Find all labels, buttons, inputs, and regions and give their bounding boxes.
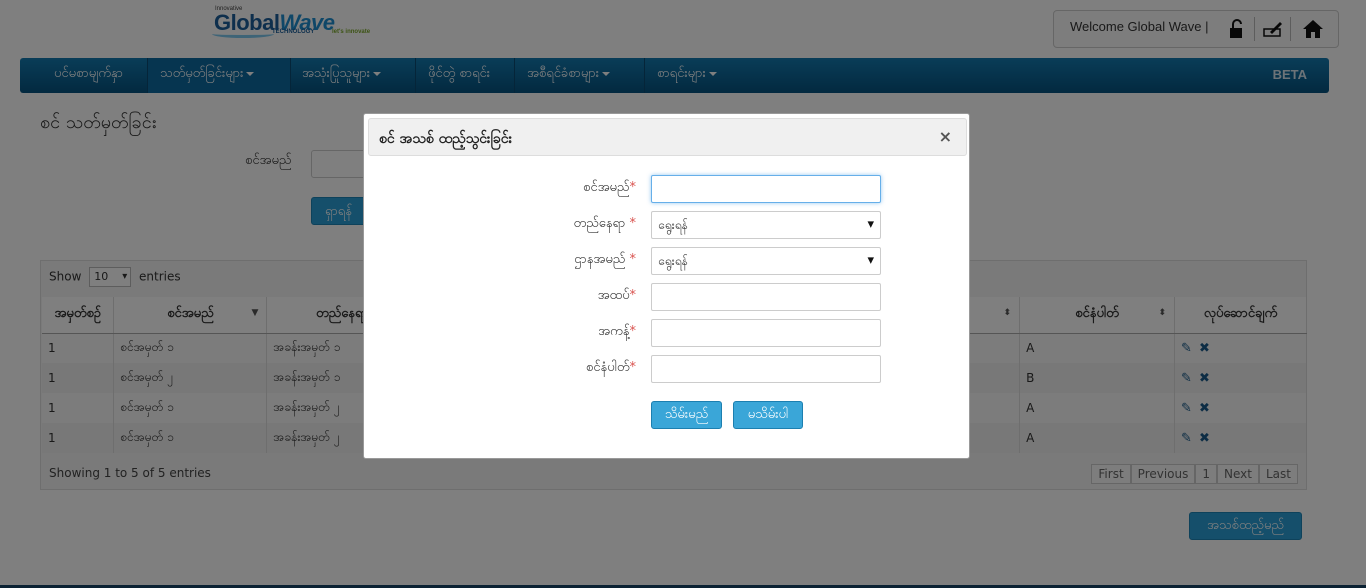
form-row-compartment: အကန့်* <box>364 319 971 347</box>
shelf-number-label: စင်နံပါတ်* <box>586 359 636 378</box>
shelf-number-label-text: စင်နံပါတ် <box>585 360 630 375</box>
floor-label: အထပ်* <box>598 287 636 306</box>
modal-title: စင် အသစ် ထည့်သွင်းခြင်း <box>379 131 513 147</box>
shelf-name-label-text: စင်အမည် <box>583 180 630 195</box>
required-marker: * <box>625 216 636 231</box>
close-icon[interactable]: × <box>939 127 952 146</box>
compartment-label: အကန့်* <box>598 323 636 342</box>
save-button[interactable]: သိမ်းမည် <box>651 401 722 429</box>
required-marker: * <box>629 180 637 195</box>
location-label: တည်နေရာ * <box>574 215 636 234</box>
floor-input[interactable] <box>651 283 881 311</box>
form-row-shelf-number: စင်နံပါတ်* <box>364 355 971 383</box>
required-marker: * <box>629 324 637 339</box>
add-shelf-modal: စင် အသစ် ထည့်သွင်းခြင်း × စင်အမည်* တည်နေ… <box>363 113 970 459</box>
department-label-text: ဌာနအမည် <box>574 252 626 267</box>
form-row-department: ဌာနအမည် * ရွေးရန် <box>364 247 971 275</box>
form-row-location: တည်နေရာ * ရွေးရန် <box>364 211 971 239</box>
shelf-number-input[interactable] <box>651 355 881 383</box>
compartment-label-text: အကန့် <box>598 324 630 339</box>
required-marker: * <box>629 288 637 303</box>
form-row-floor: အထပ်* <box>364 283 971 311</box>
form-row-shelf-name: စင်အမည်* <box>364 175 971 203</box>
required-marker: * <box>629 360 637 375</box>
compartment-input[interactable] <box>651 319 881 347</box>
location-select[interactable]: ရွေးရန် <box>651 211 881 239</box>
location-label-text: တည်နေရာ <box>573 216 626 231</box>
page: Innovative GlobalWave TECHNOLOGY let's i… <box>0 0 1366 588</box>
modal-header: စင် အသစ် ထည့်သွင်းခြင်း × <box>368 118 967 156</box>
shelf-name-input[interactable] <box>651 175 881 203</box>
department-label: ဌာနအမည် * <box>574 251 636 270</box>
cancel-button[interactable]: မသိမ်းပါ <box>733 401 803 429</box>
floor-label-text: အထပ် <box>597 288 630 303</box>
department-select[interactable]: ရွေးရန် <box>651 247 881 275</box>
required-marker: * <box>625 252 636 267</box>
shelf-name-label: စင်အမည်* <box>583 179 636 198</box>
